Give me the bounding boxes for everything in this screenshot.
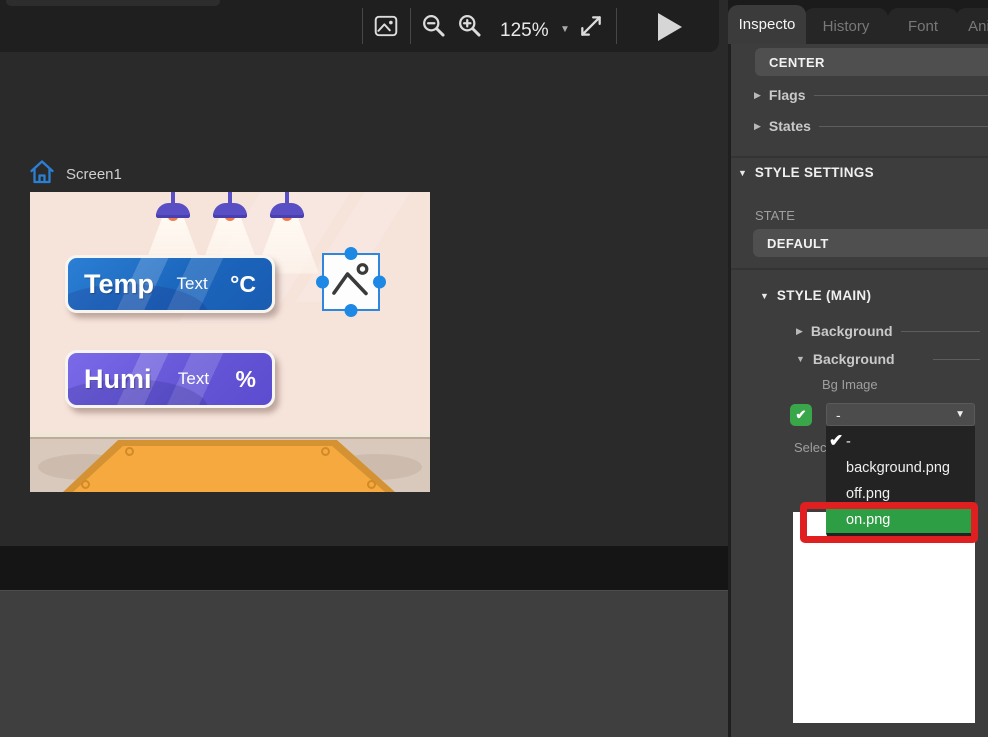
panel-divider [728, 44, 731, 737]
chevron-down-icon: ▼ [738, 168, 747, 178]
toolbar-separator [362, 8, 363, 44]
table-graphic [63, 440, 395, 492]
play-button[interactable] [650, 12, 690, 46]
zoom-level-caret-icon[interactable]: ▼ [560, 24, 570, 35]
toolbar-notch [6, 0, 220, 6]
play-icon [656, 12, 684, 47]
humi-unit: % [236, 366, 256, 393]
zoom-out-button[interactable] [418, 14, 448, 42]
temp-unit: °C [230, 271, 256, 298]
dropdown-item-none[interactable]: ✔ - [826, 429, 975, 455]
humi-value: Text [178, 369, 209, 389]
bg-image-select[interactable]: - ▼ [826, 403, 975, 426]
bg-image-select-value: - [836, 407, 841, 423]
design-canvas[interactable]: Temp Text °C Humi Text % [30, 192, 430, 492]
image-icon [373, 13, 399, 44]
fit-to-screen-button[interactable] [576, 14, 606, 42]
inspector-panel: History Font Ani Inspecto CENTER ▶ Flags… [728, 0, 988, 737]
chevron-right-icon: ▶ [796, 326, 803, 337]
red-annotation-box [800, 502, 978, 543]
state-label: STATE [755, 208, 795, 223]
check-icon: ✔ [829, 431, 843, 451]
state-default-button[interactable]: DEFAULT [753, 229, 988, 257]
chevron-right-icon: ▶ [754, 90, 761, 101]
panel-tab-bar: History Font Ani Inspecto [728, 0, 988, 44]
toolbar-separator [410, 8, 411, 44]
zoom-in-icon [456, 12, 483, 44]
editor-workspace: 125% ▼ Screen1 [0, 0, 728, 737]
chevron-down-icon: ▼ [796, 354, 805, 364]
zoom-level-value[interactable]: 125% [500, 20, 549, 42]
selection-handle-bottom[interactable] [345, 304, 358, 317]
chevron-down-icon: ▼ [760, 291, 769, 301]
humi-title: Humi [84, 364, 152, 395]
tab-animation[interactable]: Ani [956, 8, 988, 44]
canvas-toolbar: 125% ▼ [0, 0, 719, 52]
zoom-in-button[interactable] [454, 14, 484, 42]
humi-widget[interactable]: Humi Text % [65, 350, 275, 408]
selection-handle-top[interactable] [345, 247, 358, 260]
toolbar-separator [616, 8, 617, 44]
panel-section-divider [728, 156, 988, 158]
home-icon [28, 158, 56, 191]
table-corner-ring [81, 480, 90, 489]
table-corner-ring [367, 480, 376, 489]
panel-section-divider [728, 268, 988, 270]
screen-header[interactable]: Screen1 [28, 158, 122, 191]
select-label-partial: Selec [794, 440, 827, 455]
temp-title: Temp [84, 269, 154, 300]
tab-font[interactable]: Font [888, 8, 958, 44]
background-section-expanded[interactable]: ▼ Background [796, 351, 980, 367]
selection-handle-left[interactable] [316, 276, 329, 289]
flags-section-header[interactable]: ▶ Flags [754, 87, 988, 103]
select-caret-icon: ▼ [955, 409, 965, 420]
zoom-out-icon [420, 12, 447, 44]
bg-image-checkbox[interactable]: ✔ [790, 404, 812, 426]
chevron-right-icon: ▶ [754, 121, 761, 132]
expand-icon [578, 13, 604, 44]
table-corner-ring [321, 447, 330, 456]
selected-image-widget[interactable] [322, 253, 380, 311]
check-icon: ✔ [796, 407, 807, 423]
states-section-header[interactable]: ▶ States [754, 118, 988, 134]
bottom-panel [0, 590, 728, 737]
section-rule [814, 95, 988, 96]
image-assets-button[interactable] [372, 14, 400, 42]
dropdown-item-background[interactable]: background.png [826, 455, 975, 481]
background-section-collapsed[interactable]: ▶ Background [796, 323, 980, 339]
tab-history[interactable]: History [804, 8, 888, 44]
section-rule [933, 359, 980, 360]
temp-widget[interactable]: Temp Text °C [65, 255, 275, 313]
style-settings-header[interactable]: ▼ STYLE SETTINGS [738, 165, 874, 180]
section-rule [819, 126, 988, 127]
selection-handle-right[interactable] [373, 276, 386, 289]
temp-value: Text [177, 274, 208, 294]
image-placeholder-icon [329, 258, 373, 307]
tab-inspector[interactable]: Inspecto [728, 5, 806, 44]
bg-image-preview [793, 512, 975, 723]
table-corner-ring [125, 447, 134, 456]
style-main-header[interactable]: ▼ STYLE (MAIN) [760, 288, 871, 303]
bottom-toolbar-bar [0, 546, 728, 590]
center-align-button[interactable]: CENTER [755, 48, 988, 76]
screen-name-label[interactable]: Screen1 [66, 166, 122, 183]
bg-image-label: Bg Image [822, 377, 878, 392]
section-rule [901, 331, 980, 332]
